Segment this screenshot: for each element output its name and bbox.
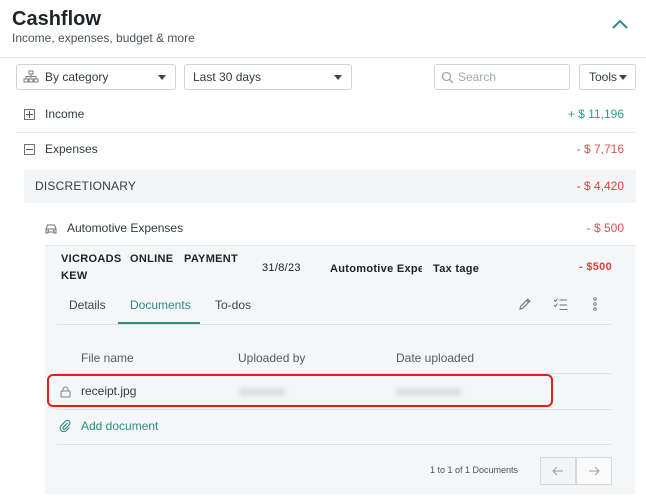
column-header-date-uploaded[interactable]: Date uploaded (396, 351, 474, 365)
row-divider (16, 132, 636, 133)
expenses-label[interactable]: Expenses (45, 142, 98, 156)
page-title: Cashflow (12, 8, 101, 30)
car-icon (44, 222, 58, 240)
next-page-button[interactable] (576, 457, 612, 485)
collapse-button[interactable] (610, 16, 630, 32)
minus-icon (26, 149, 33, 150)
transaction-amount: - $500 (579, 261, 612, 273)
tab-documents[interactable]: Documents (130, 298, 191, 312)
arrow-right-icon (589, 466, 600, 476)
transaction-tag: Tax tage (433, 263, 480, 275)
transaction-date: 31/8/23 (262, 262, 301, 274)
tools-dropdown[interactable]: Tools (579, 64, 636, 90)
column-header-uploaded-by[interactable]: Uploaded by (238, 351, 305, 365)
pencil-icon[interactable] (518, 297, 532, 316)
tab-details[interactable]: Details (69, 298, 106, 312)
search-icon (441, 71, 454, 83)
group-by-dropdown[interactable]: By category (16, 64, 176, 90)
chevron-up-icon (612, 19, 628, 29)
add-document-link[interactable]: Add document (81, 419, 158, 433)
caret-down-icon (158, 75, 166, 80)
row-divider (57, 409, 611, 410)
checklist-icon[interactable] (553, 297, 568, 316)
transaction-desc-part: ONLINE (130, 253, 174, 265)
period-value: Last 30 days (193, 70, 262, 84)
pagination-summary: 1 to 1 of 1 Documents (430, 465, 519, 475)
transaction-desc-part: PAYMENT (184, 253, 239, 265)
arrow-left-icon (552, 466, 563, 476)
period-dropdown[interactable]: Last 30 days (184, 64, 352, 90)
search-input[interactable]: Search (434, 64, 570, 90)
highlight-box (47, 374, 553, 407)
collapse-expenses-button[interactable] (24, 144, 35, 155)
more-vertical-icon[interactable] (592, 297, 598, 316)
plus-icon (26, 111, 33, 118)
tab-todos[interactable]: To-dos (215, 298, 251, 312)
transaction-desc-part: VICROADS (61, 253, 122, 265)
expand-income-button[interactable] (24, 109, 35, 120)
discretionary-amount: - $ 4,420 (576, 179, 624, 193)
prev-page-button[interactable] (540, 457, 576, 485)
automotive-label[interactable]: Automotive Expenses (67, 221, 183, 235)
transaction-category: Automotive Exper (330, 263, 422, 275)
hierarchy-icon (23, 70, 39, 83)
paperclip-icon[interactable] (59, 419, 71, 437)
discretionary-label: DISCRETIONARY (35, 179, 137, 193)
tools-label: Tools (589, 70, 618, 84)
column-header-file-name[interactable]: File name (81, 351, 134, 365)
caret-down-icon (619, 75, 627, 80)
row-divider (57, 444, 611, 445)
search-placeholder: Search (458, 70, 497, 84)
expenses-amount: - $ 7,716 (576, 142, 624, 156)
header-divider (0, 57, 646, 58)
group-by-value: By category (45, 70, 109, 84)
page-subtitle: Income, expenses, budget & more (12, 31, 195, 45)
tabs-divider (57, 324, 611, 325)
income-amount: + $ 11,196 (567, 107, 624, 121)
automotive-amount: - $ 500 (586, 221, 624, 235)
caret-down-icon (334, 75, 342, 80)
income-label[interactable]: Income (45, 107, 84, 121)
transaction-desc-part: KEW (61, 270, 88, 282)
